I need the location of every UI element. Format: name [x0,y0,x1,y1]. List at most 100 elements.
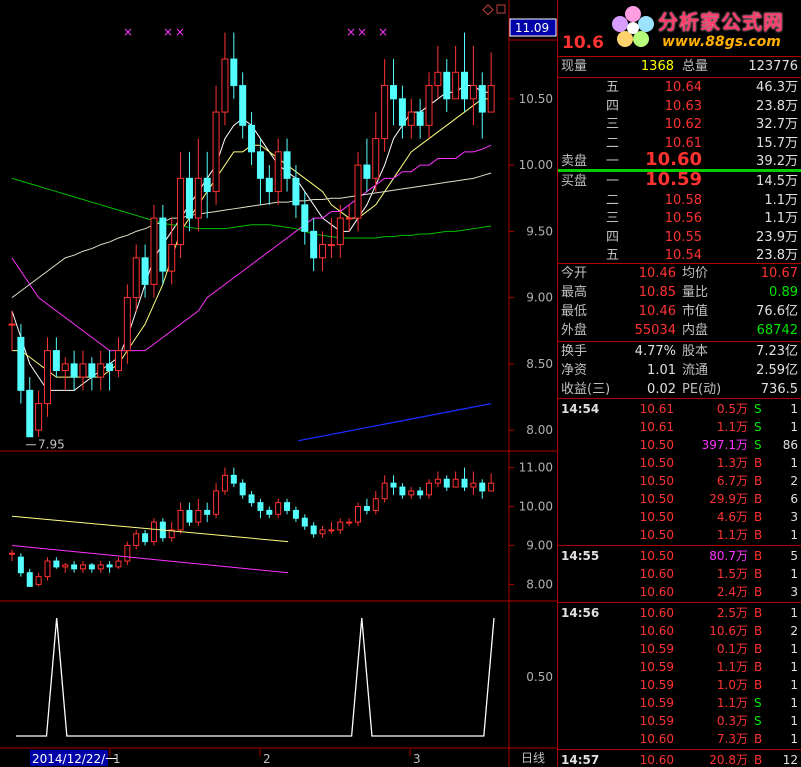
candle-body [425,85,433,126]
candle-body [35,403,43,431]
stat-label: 外盘 [561,323,588,338]
kline-chart[interactable]: 11.0010.5010.009.509.008.508.0011.0010.0… [0,0,557,767]
tick-side: S [754,420,762,434]
chart-area[interactable]: 11.0010.5010.009.509.008.508.0011.0010.0… [0,0,557,767]
tick-price: 10.60 [639,624,674,638]
tick-count: 3 [790,585,798,599]
candle-body [487,85,495,113]
candle-body [372,138,380,179]
tick-side: B [754,456,763,470]
candle-body [114,350,122,371]
tick-price: 10.50 [639,549,674,563]
tick-side: B [754,567,763,581]
ask-volume: 15.7万 [756,135,798,151]
tick-row: 10.60 2.4万 B 3 [558,583,801,602]
volume-row: 现量 1368 总量 123776 [558,57,801,76]
fundamental-row: 收益(三) 0.02 PE(动) 736.5 [558,380,801,399]
sub-candle-body [71,564,78,570]
tick-side: B [754,549,763,563]
tick-price: 10.59 [639,660,674,674]
tick-price: 10.60 [639,606,674,620]
ask-row: 五 10.64 46.3万 [558,78,801,97]
tick-count: 2 [790,474,798,488]
candle-body [319,244,327,259]
candle-body [407,111,415,126]
bid-price: 10.58 [664,192,702,208]
tick-volume: 0.3万 [716,714,748,728]
tick-side: B [754,474,763,488]
sub-candle-body [337,521,344,531]
stat-value: 55034 [634,323,676,338]
bid-row: 二 10.58 1.1万 [558,191,801,210]
sub-candle-body [434,478,441,484]
sub-candle-body [186,509,193,523]
y-tick-label: 10.00 [519,500,553,514]
candle-body [17,336,25,391]
candle-body [265,177,273,193]
candle-body [132,257,140,299]
sub-candle-body [44,560,51,578]
sub-candle-body [292,509,299,519]
sub-candle-body [248,494,255,504]
tick-volume: 1.1万 [716,696,748,710]
tick-row: 10.50 29.9万 B 6 [558,490,801,509]
candle-body [177,177,185,246]
sub-candle-body [53,560,60,568]
ask-volume: 32.7万 [756,117,798,132]
tick-side: B [754,642,763,656]
tick-count: 5 [790,549,798,563]
bid-volume: 1.1万 [764,211,798,226]
signal-marker: × [163,25,173,39]
candle-body [239,85,247,126]
quote-panel: 10.6 分析家公式网 www.88gs.com 现量 1368 总量 123776 五… [557,0,801,767]
candle-body [434,71,442,87]
ma-line [11,172,492,298]
bid-row: 三 10.56 1.1万 [558,209,801,228]
sub-candle-body [230,474,237,484]
stat-value: 10.85 [638,285,676,300]
sub-candle-body [62,564,69,568]
tick-row: 10.50 397.1万 S 86 [558,436,801,455]
fundamental-label: 收益(三) [561,382,611,397]
tick-volume: 397.1万 [701,438,748,452]
y-tick-label: 10.50 [519,92,553,106]
bid-volume: 23.9万 [756,229,798,245]
candle-body [398,98,406,126]
candle-body [345,217,353,220]
sub-candle-body [9,552,15,555]
signal-marker: × [346,25,356,39]
tick-volume: 7.3万 [716,732,748,746]
tick-row: 10.59 1.1万 B 1 [558,658,801,677]
candle-body [274,151,282,193]
sub-candle-body [275,502,282,515]
sub-candle-body [204,509,211,515]
fundamental-label: 净资 [561,363,588,378]
tick-side: B [754,753,763,767]
tick-price: 10.60 [639,567,674,581]
sub-candle-body [79,564,86,570]
tick-volume: 6.7万 [716,474,748,488]
sub-candle-body [443,478,450,488]
tick-price: 10.59 [639,642,674,656]
candle-body [283,151,291,179]
candle-body [97,363,105,378]
candle-body [150,217,158,285]
y-tick-label: 9.50 [526,224,553,238]
sub-candle-body [363,506,370,511]
signal-marker: × [175,25,185,39]
tick-volume: 20.8万 [709,753,748,767]
tick-row: 10.50 1.3万 B 1 [558,454,801,473]
stat-row: 最低 10.46 市值 76.6亿 [558,302,801,321]
sub-candle-body [97,564,104,570]
now-volume-value: 1368 [640,59,674,74]
tick-volume: 1.1万 [716,528,748,542]
divider [558,749,801,750]
month-label: 1 [113,752,121,766]
ask-price: 10.64 [664,80,702,95]
fundamental-row: 换手 4.77% 股本 7.23亿 [558,342,801,361]
tick-count: 1 [790,678,798,692]
tick-price: 10.59 [639,714,674,728]
tick-count: 1 [790,420,798,434]
tick-count: 1 [790,567,798,581]
candle-body [203,177,211,193]
